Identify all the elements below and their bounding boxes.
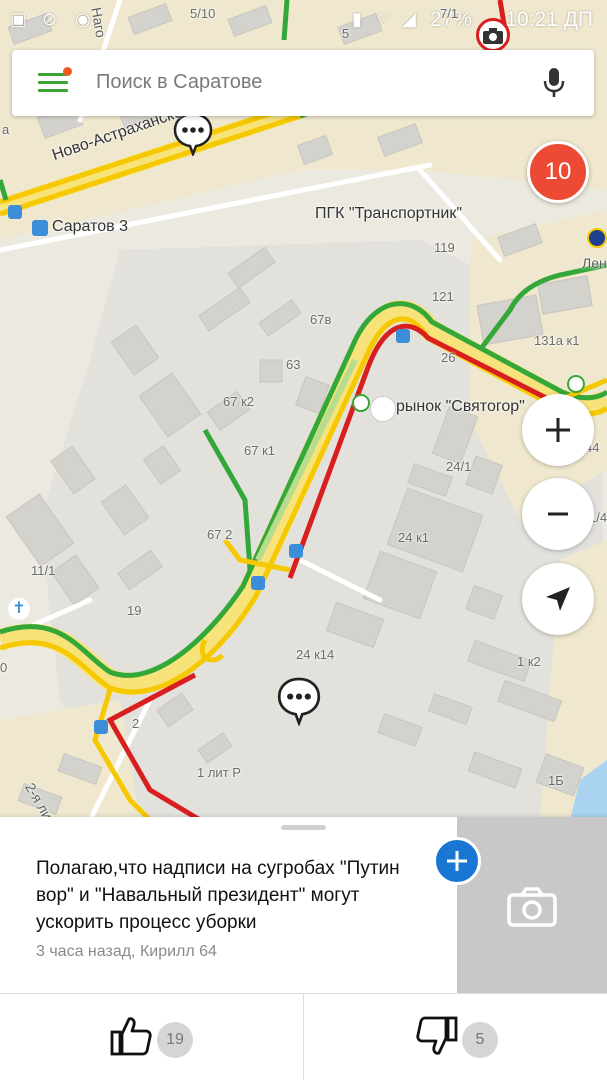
camera-icon xyxy=(507,887,557,927)
church-icon[interactable]: ✝ xyxy=(8,598,30,620)
bus-stop-icon[interactable] xyxy=(94,720,108,734)
house-number: 121 xyxy=(432,289,454,304)
poi-label: Лен xyxy=(582,255,607,271)
house-number: 67 к2 xyxy=(223,394,254,409)
house-number: 2 xyxy=(132,716,140,731)
house-number: 0 xyxy=(0,660,8,675)
house-number: 7/1 xyxy=(440,6,459,21)
menu-icon[interactable] xyxy=(38,67,72,93)
map-view[interactable]: ▣ ⊘ ◉ ▮ ⌔ ◢ 27% 10:21 ДП ✝ Ново-Астрахан… xyxy=(0,0,607,820)
navigation-arrow-icon xyxy=(546,587,570,611)
signal-icon: ▮ xyxy=(352,9,362,29)
house-number: а xyxy=(2,122,10,137)
house-number: 67 2 xyxy=(207,527,233,542)
bus-stop-icon[interactable] xyxy=(251,576,265,590)
dislike-count: 5 xyxy=(462,1022,498,1058)
house-number: 1 лит Р xyxy=(197,765,241,780)
house-number: 26 xyxy=(441,350,456,365)
house-number: 119 xyxy=(434,240,455,255)
house-number: 5/10 xyxy=(190,6,216,21)
notification-dot xyxy=(63,67,72,76)
search-bar[interactable]: Поиск в Саратове xyxy=(12,50,594,116)
comment-text: Полагаю,что надписи на сугробах "Путин в… xyxy=(36,858,400,933)
wifi-icon: ⌔ xyxy=(375,10,392,30)
house-number: 67в xyxy=(310,312,332,327)
market-poi-icon[interactable] xyxy=(370,396,396,422)
poi-label: ПГК "Транспортник" xyxy=(315,205,463,222)
my-location-button[interactable] xyxy=(522,563,594,635)
poi-label: рынок "Святогор" xyxy=(396,398,525,415)
house-number: 1Б xyxy=(548,773,564,788)
minus-icon xyxy=(548,512,568,516)
house-number: 24 к1 xyxy=(398,530,429,545)
like-count: 19 xyxy=(157,1022,193,1058)
gas-station-icon[interactable] xyxy=(352,394,370,412)
search-input[interactable]: Поиск в Саратове xyxy=(96,71,262,94)
house-number: 11/1 xyxy=(31,563,56,578)
image-icon: ▣ xyxy=(10,9,28,29)
house-number: 5 xyxy=(342,26,350,41)
add-photo-area[interactable] xyxy=(457,817,607,993)
bus-stop-icon[interactable] xyxy=(8,205,22,219)
add-comment-button[interactable] xyxy=(433,837,481,885)
house-number: 19 xyxy=(127,603,142,618)
plus-icon xyxy=(447,851,467,871)
clock: 10:21 ДП xyxy=(505,8,593,31)
house-number: 67 к1 xyxy=(244,443,275,458)
sheet-drag-handle[interactable] xyxy=(281,825,326,830)
notification-icon: ⊘ xyxy=(42,9,58,29)
lenta-poi-icon[interactable] xyxy=(587,228,607,248)
thumbs-down-icon xyxy=(416,1016,458,1055)
bus-stop-icon[interactable] xyxy=(289,544,303,558)
bus-stop-icon[interactable] xyxy=(396,329,410,343)
bus-stop-icon[interactable] xyxy=(32,220,48,236)
comment-sheet[interactable]: Полагаю,что надписи на сугробах "Путин в… xyxy=(0,817,607,1080)
house-number: 131а к1 xyxy=(534,333,580,348)
dislike-button[interactable]: 5 xyxy=(304,993,607,1080)
chat-bubble-icon xyxy=(277,677,321,727)
house-number: 1 к2 xyxy=(517,654,541,669)
zoom-out-button[interactable] xyxy=(522,478,594,550)
traffic-level-badge[interactable]: 10 xyxy=(527,141,589,203)
stop-label: Саратов 3 xyxy=(52,218,128,235)
plus-icon xyxy=(546,418,570,442)
house-number: 24/1 xyxy=(446,459,472,474)
microphone-icon[interactable] xyxy=(542,67,566,99)
zoom-in-button[interactable] xyxy=(522,394,594,466)
house-number: 63 xyxy=(286,357,301,372)
comment-marker-selected[interactable] xyxy=(277,676,321,727)
cell-signal-icon: ◢ xyxy=(402,9,416,29)
gas-station-icon[interactable] xyxy=(567,375,585,393)
house-number: 24 к14 xyxy=(296,647,335,662)
camera-icon xyxy=(483,28,503,44)
like-button[interactable]: 19 xyxy=(0,993,303,1080)
thumbs-up-icon xyxy=(110,1017,152,1056)
speed-camera-marker[interactable] xyxy=(476,18,510,52)
comment-meta: 3 часа назад, Кирилл 64 xyxy=(36,943,217,960)
